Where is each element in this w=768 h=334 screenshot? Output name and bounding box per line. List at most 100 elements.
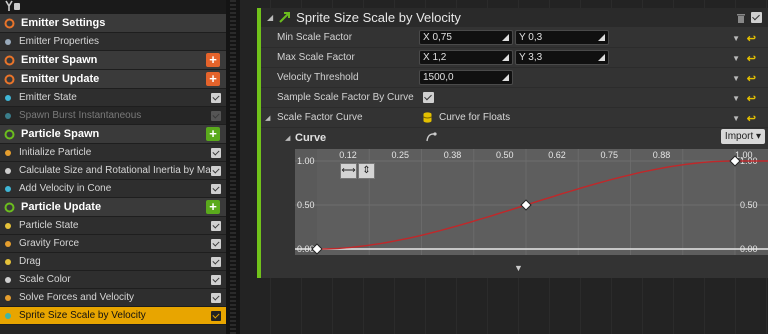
- stack-module-item[interactable]: Calculate Size and Rotational Inertia by…: [0, 162, 226, 180]
- stack-module-item[interactable]: Spawn Burst Instantaneous: [0, 107, 226, 125]
- stack-module-item[interactable]: Sprite Size Scale by Velocity: [0, 307, 226, 325]
- emitter-stack: Emitter Settings Emitter Properties Emitte…: [0, 0, 226, 334]
- module-enable-checkbox[interactable]: [211, 110, 221, 121]
- prop-label: Velocity Threshold: [277, 72, 359, 83]
- module-enable-checkbox[interactable]: [211, 292, 221, 303]
- module-enable-checkbox[interactable]: [211, 183, 221, 194]
- stack-section-header[interactable]: Emitter Spawn +: [0, 51, 226, 70]
- max-scale-y-field[interactable]: Y 3,3: [515, 50, 609, 65]
- niagara-logo-icon: [5, 0, 20, 11]
- options-arrow-icon[interactable]: ▼: [732, 54, 740, 63]
- stack-module-item[interactable]: Particle State: [0, 217, 226, 235]
- import-label: Import: [724, 131, 754, 142]
- drag-icon: [502, 74, 509, 81]
- stack-module-item[interactable]: Emitter State: [0, 89, 226, 107]
- module-enable-checkbox[interactable]: [211, 165, 221, 176]
- stack-section-header[interactable]: Emitter Update +: [0, 70, 226, 89]
- stack-section-header[interactable]: Emitter Settings: [0, 14, 226, 33]
- section-icon: [4, 55, 15, 65]
- stack-row-label: Emitter Properties: [19, 36, 100, 47]
- module-enable-checkbox[interactable]: [211, 92, 221, 103]
- module-color-icon: [5, 312, 11, 319]
- reset-icon[interactable]: ↩: [747, 72, 756, 85]
- reset-icon[interactable]: ↩: [747, 112, 756, 125]
- options-arrow-icon[interactable]: ▼: [732, 34, 740, 43]
- prop-label: Max Scale Factor: [277, 52, 355, 63]
- stack-module-item[interactable]: Gravity Force: [0, 235, 226, 253]
- options-arrow-icon[interactable]: ▼: [732, 114, 740, 123]
- stack-module-item[interactable]: Initialize Particle: [0, 144, 226, 162]
- stack-module-item[interactable]: Emitter Properties: [0, 33, 226, 51]
- collapse-arrow-icon[interactable]: ◢: [265, 114, 270, 122]
- section-icon: [4, 18, 15, 28]
- stack-module-item[interactable]: Add Velocity in Cone: [0, 180, 226, 198]
- trash-icon[interactable]: [736, 12, 746, 23]
- module-enable-checkbox[interactable]: [211, 238, 221, 249]
- prop-scale-factor-curve: ◢ Scale Factor Curve Curve for Floats ▼ …: [261, 108, 768, 128]
- stack-row-label: Calculate Size and Rotational Inertia by…: [19, 165, 211, 176]
- stack-row-label: Scale Color: [19, 274, 71, 285]
- x-tick-label: 0.88: [653, 150, 671, 160]
- collapse-arrow-icon[interactable]: ◢: [285, 134, 290, 142]
- database-icon: [423, 112, 432, 123]
- add-module-button[interactable]: +: [206, 72, 220, 86]
- curve-shape-icon[interactable]: [425, 131, 439, 143]
- stack-section-header[interactable]: Particle Update +: [0, 198, 226, 217]
- module-enable-checkbox[interactable]: [211, 256, 221, 267]
- prop-label: Min Scale Factor: [277, 32, 353, 43]
- module-color-icon: [5, 167, 11, 174]
- add-module-button[interactable]: +: [206, 53, 220, 67]
- selection-panel: ◢ Sprite Size Scale by Velocity Min Scal…: [240, 0, 768, 334]
- module-enable-checkbox[interactable]: [211, 310, 221, 321]
- module-color-icon: [5, 222, 11, 229]
- stack-section-header[interactable]: Particle Spawn +: [0, 125, 226, 144]
- options-arrow-icon[interactable]: ▼: [732, 94, 740, 103]
- stack-module-item[interactable]: Drag: [0, 253, 226, 271]
- stack-module-item[interactable]: Solve Forces and Velocity: [0, 289, 226, 307]
- stack-row-label: Emitter Spawn: [21, 54, 98, 66]
- fit-vertical-button[interactable]: ⇕: [358, 163, 375, 179]
- field-value: 1500,0: [423, 72, 454, 83]
- fit-horizontal-button[interactable]: ⟷: [340, 163, 357, 179]
- y-tick-label: 1.00: [297, 156, 315, 166]
- stack-row-label: Particle State: [19, 220, 79, 231]
- module-enable-checkbox[interactable]: [211, 220, 221, 231]
- velocity-threshold-field[interactable]: 1500,0: [419, 70, 513, 85]
- module-enable-checkbox[interactable]: [211, 147, 221, 158]
- add-module-button[interactable]: +: [206, 127, 220, 141]
- reset-icon[interactable]: ↩: [747, 32, 756, 45]
- field-value: X 1,2: [423, 52, 447, 63]
- min-scale-y-field[interactable]: Y 0,3: [515, 30, 609, 45]
- collapse-arrow-icon[interactable]: ◢: [267, 13, 273, 22]
- module-enable-checkbox[interactable]: [751, 12, 762, 23]
- prop-curve: ◢ Curve Import ▾: [261, 128, 768, 148]
- import-button[interactable]: Import ▾: [721, 129, 765, 144]
- drag-icon: [598, 54, 605, 61]
- expand-arrow-icon[interactable]: ▼: [514, 263, 523, 273]
- stack-row-label: Add Velocity in Cone: [19, 183, 112, 194]
- drag-icon: [502, 34, 509, 41]
- stack-row-label: Gravity Force: [19, 238, 80, 249]
- stack-module-item[interactable]: Scale Color: [0, 271, 226, 289]
- reset-icon[interactable]: ↩: [747, 92, 756, 105]
- reset-icon[interactable]: ↩: [747, 52, 756, 65]
- max-scale-x-field[interactable]: X 1,2: [419, 50, 513, 65]
- x-tick-label: 0.50: [496, 150, 514, 160]
- y-tick-label: 0.50: [297, 200, 315, 210]
- add-module-button[interactable]: +: [206, 200, 220, 214]
- module-color-icon: [5, 240, 11, 247]
- drag-icon: [502, 54, 509, 61]
- prop-label: Sample Scale Factor By Curve: [277, 92, 414, 103]
- x-tick-label: 0.38: [444, 150, 462, 160]
- module-color-icon: [5, 38, 11, 45]
- panel-splitter[interactable]: [226, 0, 240, 334]
- module-enable-checkbox[interactable]: [211, 274, 221, 285]
- stack-row-label: Sprite Size Scale by Velocity: [19, 310, 146, 321]
- options-arrow-icon[interactable]: ▼: [732, 74, 740, 83]
- x-tick-label: 0.75: [601, 150, 619, 160]
- sample-by-curve-checkbox[interactable]: [423, 92, 434, 103]
- field-value: X 0,75: [423, 32, 452, 43]
- module-header[interactable]: ◢ Sprite Size Scale by Velocity: [261, 8, 768, 27]
- min-scale-x-field[interactable]: X 0,75: [419, 30, 513, 45]
- section-icon: [4, 74, 15, 84]
